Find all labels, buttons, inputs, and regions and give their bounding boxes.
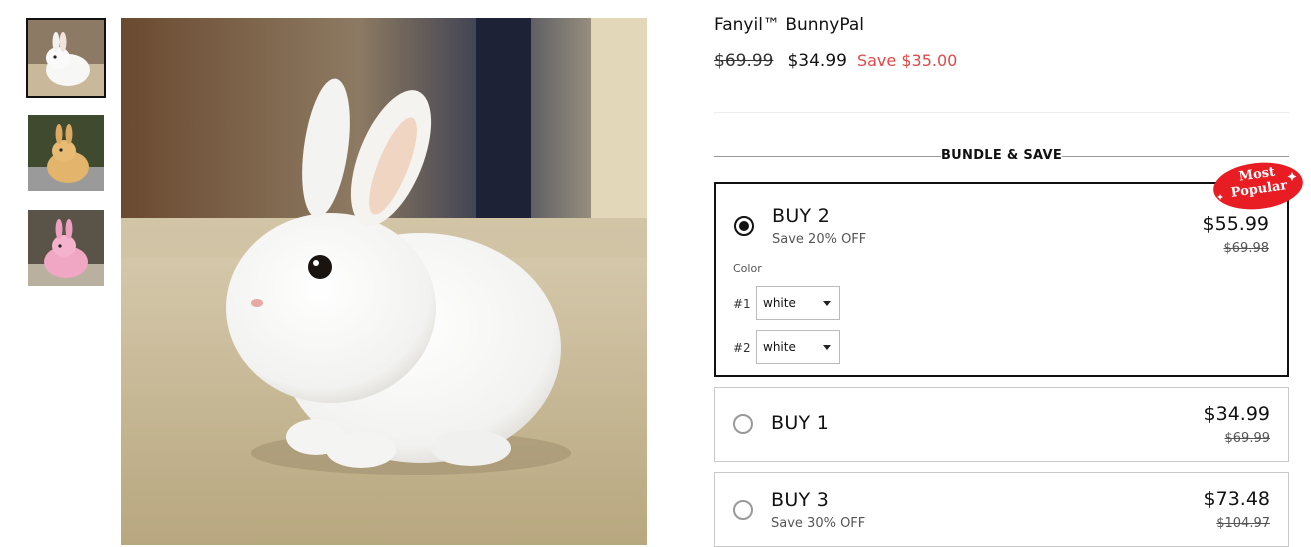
compare-at-price: $69.99 [714, 51, 774, 71]
variant-1-label: #1 [733, 297, 751, 311]
option-price: $55.99 [1202, 213, 1269, 235]
color-label: Color [733, 262, 762, 275]
option-compare-price: $69.98 [1223, 241, 1270, 256]
option-title: BUY 3 [771, 489, 830, 511]
chevron-down-icon [823, 345, 831, 350]
option-compare-price: $69.99 [1224, 431, 1271, 446]
bundle-heading: BUNDLE & SAVE [714, 148, 1289, 166]
bundle-option-buy-1[interactable]: BUY 1 $34.99 $69.99 [714, 387, 1289, 462]
golden-bunny-thumbnail-image [28, 115, 104, 191]
bundle-option-buy-2[interactable]: BUY 2 Save 20% OFF $55.99 $69.98 Color #… [714, 182, 1289, 377]
radio-buy-3[interactable] [733, 500, 753, 520]
bundle-option-buy-3[interactable]: BUY 3 Save 30% OFF $73.48 $104.97 [714, 472, 1289, 547]
option-compare-price: $104.97 [1216, 516, 1270, 531]
radio-buy-1[interactable] [733, 414, 753, 434]
chevron-down-icon [823, 301, 831, 306]
option-subtitle: Save 30% OFF [771, 516, 866, 531]
variant-1-color-select[interactable]: white [756, 286, 840, 320]
white-bunny-photo [121, 18, 647, 545]
option-title: BUY 2 [772, 205, 831, 227]
heading-line-right [1062, 156, 1289, 157]
most-popular-badge: Most Popular [1210, 159, 1306, 211]
variant-2-selected-value: white [763, 340, 796, 354]
divider [714, 112, 1289, 113]
variant-1-selected-value: white [763, 296, 796, 310]
product-title: Fanyil™ BunnyPal [714, 15, 864, 35]
thumbnail-golden-bunny[interactable] [28, 115, 104, 191]
price-row: $69.99 $34.99 Save $35.00 [714, 51, 957, 71]
option-title: BUY 1 [771, 412, 830, 434]
variant-2-color-select[interactable]: white [756, 330, 840, 364]
option-price: $73.48 [1203, 488, 1270, 510]
white-bunny-thumbnail-image [28, 20, 104, 96]
main-product-image [121, 18, 647, 545]
thumbnail-white-bunny[interactable] [26, 18, 106, 98]
pink-bunny-thumbnail-image [28, 210, 104, 286]
current-price: $34.99 [787, 51, 847, 71]
radio-buy-2[interactable] [734, 216, 754, 236]
variant-2-label: #2 [733, 341, 751, 355]
savings-text: Save $35.00 [856, 51, 958, 70]
option-price: $34.99 [1203, 403, 1270, 425]
thumbnail-pink-bunny[interactable] [28, 210, 104, 286]
option-subtitle: Save 20% OFF [772, 232, 867, 247]
